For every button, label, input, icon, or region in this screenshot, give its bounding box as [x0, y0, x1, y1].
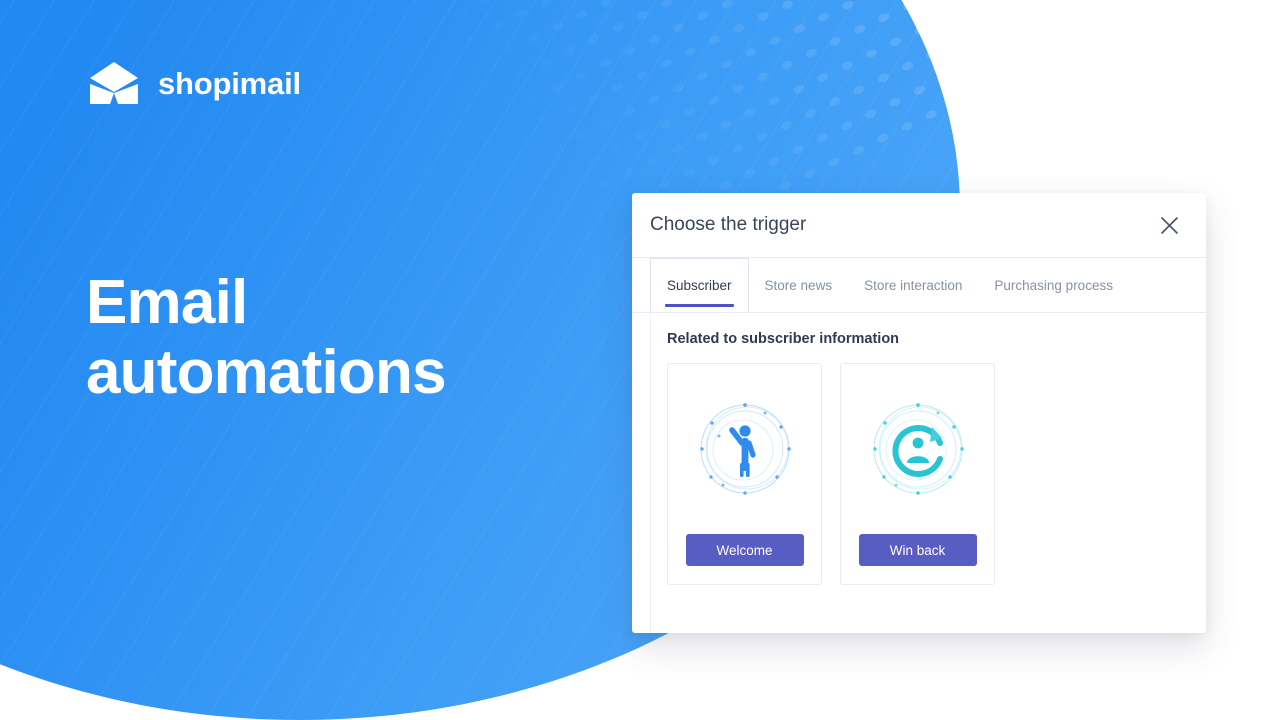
page-background: shopimail Email automations Choose the t… — [0, 0, 1280, 720]
modal-header: Choose the trigger — [632, 193, 1206, 258]
tab-label: Subscriber — [667, 278, 732, 293]
tab-subscriber[interactable]: Subscriber — [650, 258, 749, 312]
close-icon[interactable] — [1154, 210, 1184, 240]
tab-label: Store interaction — [864, 277, 963, 293]
choose-trigger-modal: Choose the trigger Subscriber Store news… — [632, 193, 1206, 633]
brand-logo: shopimail — [88, 58, 301, 110]
trigger-card-welcome[interactable]: Welcome — [667, 363, 822, 585]
tab-panel-subscriber: Related to subscriber information Welcom… — [650, 313, 1188, 633]
page-title: Email automations — [86, 268, 447, 408]
tab-store-news[interactable]: Store news — [749, 258, 849, 312]
trigger-card-win-back[interactable]: Win back — [840, 363, 995, 585]
person-waving-icon — [668, 364, 821, 534]
tab-label: Store news — [764, 277, 833, 293]
tab-store-interaction[interactable]: Store interaction — [848, 258, 978, 312]
win-back-trigger-button[interactable]: Win back — [858, 534, 977, 566]
tab-label: Purchasing process — [994, 277, 1113, 293]
tab-purchasing-process[interactable]: Purchasing process — [978, 258, 1129, 312]
welcome-trigger-button[interactable]: Welcome — [685, 534, 804, 566]
trigger-category-tabs: Subscriber Store news Store interaction … — [632, 258, 1206, 313]
modal-title: Choose the trigger — [650, 214, 807, 235]
brand-name: shopimail — [158, 66, 301, 101]
open-envelope-icon — [88, 58, 140, 110]
trigger-card-list: Welcome Win back — [667, 363, 1170, 585]
section-heading: Related to subscriber information — [667, 331, 900, 347]
person-refresh-icon — [841, 364, 994, 534]
